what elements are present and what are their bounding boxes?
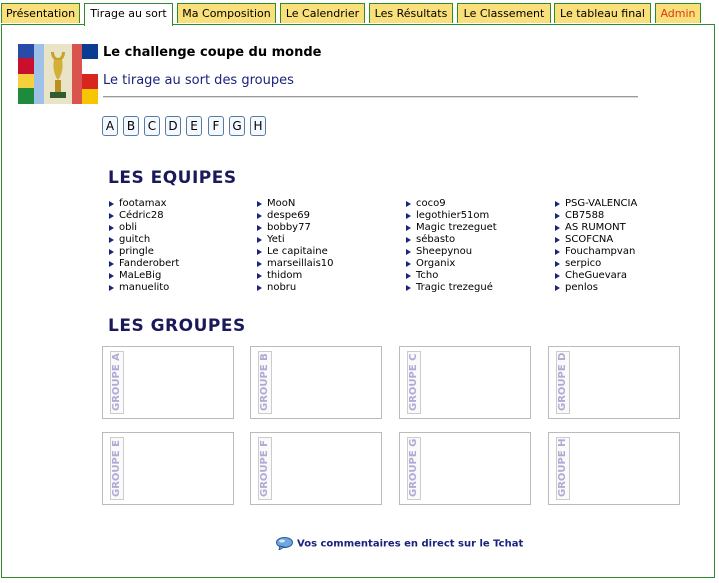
team-column-3: coco9 legothier51om Magic trezeguet séba…: [405, 198, 497, 294]
group-label: GROUPE H: [557, 438, 568, 497]
group-letter-d[interactable]: D: [165, 116, 181, 136]
tab-les-resultats[interactable]: Les Résultats: [369, 3, 453, 23]
team-item: SCOFCNA: [554, 234, 637, 246]
team-item: guitch: [108, 234, 179, 246]
group-box-f: GROUPE F: [250, 432, 382, 505]
team-column-4: PSG-VALENCIA CB7588 AS RUMONT SCOFCNA Fo…: [554, 198, 637, 294]
team-item: Sheepynou: [405, 246, 497, 258]
group-box-d: GROUPE D: [548, 346, 680, 419]
team-item: Fouchampvan: [554, 246, 637, 258]
team-item: Organix: [405, 258, 497, 270]
tab-presentation[interactable]: Présentation: [1, 3, 80, 23]
group-letter-f[interactable]: F: [208, 116, 224, 136]
group-letter-b[interactable]: B: [123, 116, 139, 136]
tab-le-calendrier[interactable]: Le Calendrier: [280, 3, 365, 23]
team-item: penlos: [554, 282, 637, 294]
group-label-frame: GROUPE E: [110, 437, 124, 500]
tab-tirage-au-sort[interactable]: Tirage au sort: [84, 3, 173, 26]
world-cup-logo: [18, 44, 98, 104]
team-item: MaLeBig: [108, 270, 179, 282]
group-letter-g[interactable]: G: [229, 116, 245, 136]
team-item: CheGuevara: [554, 270, 637, 282]
team-column-1: footamax Cédric28 obli guitch pringle Fa…: [108, 198, 179, 294]
tab-le-tableau-final[interactable]: Le tableau final: [554, 3, 651, 23]
site-title: Le challenge coupe du monde: [103, 45, 322, 60]
teams-heading: LES EQUIPES: [108, 168, 237, 188]
chat-link-label: Vos commentaires en direct sur le Tchat: [297, 538, 524, 550]
team-item: Fanderobert: [108, 258, 179, 270]
group-box-a: GROUPE A: [102, 346, 234, 419]
team-item: coco9: [405, 198, 497, 210]
group-letter-h[interactable]: H: [250, 116, 266, 136]
team-column-2: MooN despe69 bobby77 Yeti Le capitaine m…: [256, 198, 334, 294]
team-item: thidom: [256, 270, 334, 282]
team-item: Tcho: [405, 270, 497, 282]
tab-admin[interactable]: Admin: [655, 3, 701, 23]
group-label-frame: GROUPE G: [407, 437, 421, 500]
team-item: Cédric28: [108, 210, 179, 222]
team-item: Magic trezeguet: [405, 222, 497, 234]
group-label: GROUPE E: [111, 439, 122, 497]
group-label: GROUPE D: [557, 352, 568, 411]
chat-link[interactable]: Vos commentaires en direct sur le Tchat: [276, 537, 524, 552]
speech-bubble-icon: [276, 537, 293, 552]
team-item: AS RUMONT: [554, 222, 637, 234]
group-label: GROUPE F: [259, 439, 270, 497]
group-label: GROUPE G: [408, 438, 419, 497]
group-box-b: GROUPE B: [250, 346, 382, 419]
team-item: CB7588: [554, 210, 637, 222]
tab-le-classement[interactable]: Le Classement: [457, 3, 551, 23]
group-label-frame: GROUPE H: [556, 437, 570, 500]
team-item: PSG-VALENCIA: [554, 198, 637, 210]
group-box-c: GROUPE C: [399, 346, 531, 419]
group-box-e: GROUPE E: [102, 432, 234, 505]
group-label-frame: GROUPE D: [556, 351, 570, 414]
team-item: bobby77: [256, 222, 334, 234]
group-label: GROUPE B: [259, 353, 270, 411]
team-item: serpico: [554, 258, 637, 270]
team-item: pringle: [108, 246, 179, 258]
group-label: GROUPE A: [111, 353, 122, 411]
group-label-frame: GROUPE A: [110, 351, 124, 414]
team-item: nobru: [256, 282, 334, 294]
group-letter-c[interactable]: C: [144, 116, 160, 136]
group-label-frame: GROUPE B: [258, 351, 272, 414]
team-item: Yeti: [256, 234, 334, 246]
group-letter-e[interactable]: E: [186, 116, 202, 136]
team-item: Tragic trezegué: [405, 282, 497, 294]
group-label: GROUPE C: [408, 353, 419, 411]
team-item: manuelito: [108, 282, 179, 294]
group-box-h: GROUPE H: [548, 432, 680, 505]
header-divider: [103, 96, 638, 98]
group-box-g: GROUPE G: [399, 432, 531, 505]
tab-ma-composition[interactable]: Ma Composition: [177, 3, 276, 23]
group-label-frame: GROUPE C: [407, 351, 421, 414]
team-item: MooN: [256, 198, 334, 210]
team-item: legothier51om: [405, 210, 497, 222]
team-item: despe69: [256, 210, 334, 222]
group-letter-a[interactable]: A: [102, 116, 118, 136]
team-item: footamax: [108, 198, 179, 210]
groups-heading: LES GROUPES: [108, 316, 246, 336]
page-subtitle: Le tirage au sort des groupes: [103, 73, 294, 88]
team-item: obli: [108, 222, 179, 234]
group-label-frame: GROUPE F: [258, 437, 272, 500]
team-item: Le capitaine: [256, 246, 334, 258]
team-item: marseillais10: [256, 258, 334, 270]
team-item: sébasto: [405, 234, 497, 246]
